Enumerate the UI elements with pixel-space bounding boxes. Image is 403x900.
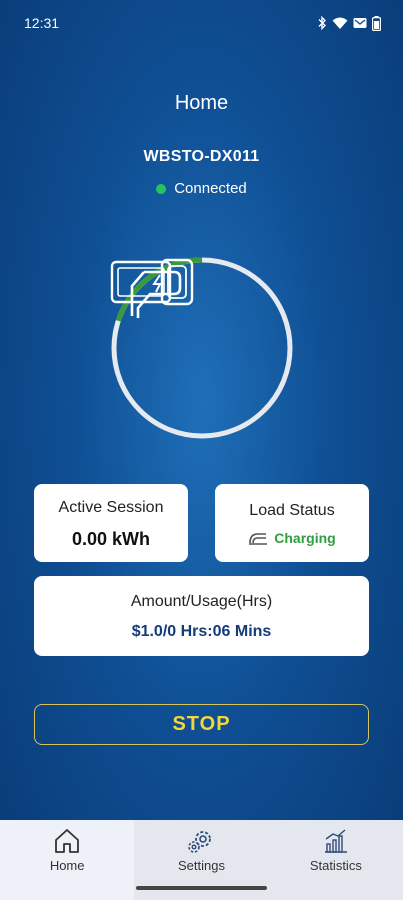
nav-statistics-label: Statistics <box>309 858 362 873</box>
nav-settings-label: Settings <box>178 858 225 873</box>
wifi-icon <box>332 17 348 29</box>
connection-dot-icon <box>156 183 167 194</box>
status-icons <box>317 15 381 31</box>
amount-usage-card: Amount/Usage(Hrs) $1.0/0 Hrs:06 Mins <box>34 576 369 656</box>
active-session-value: 0.00 kWh <box>71 529 151 549</box>
bar-chart-icon <box>324 829 347 853</box>
charging-gauge <box>110 256 294 440</box>
connection-status: Connected <box>0 180 403 197</box>
nav-item-statistics[interactable]: Statistics <box>268 820 403 900</box>
active-session-title: Active Session <box>58 499 164 516</box>
load-status-title: Load Status <box>249 502 335 519</box>
battery-icon <box>372 15 381 31</box>
page-title: Home <box>174 92 229 114</box>
home-icon <box>55 829 80 853</box>
stop-button[interactable]: STOP <box>34 704 369 745</box>
charging-plug-icon <box>249 533 268 545</box>
load-status-card: Load Status Charging <box>215 484 369 562</box>
ev-charger-plug-icon <box>110 258 194 318</box>
nav-item-home[interactable]: Home <box>0 820 135 900</box>
status-bar: 12:31 <box>0 0 403 46</box>
active-session-card: Active Session 0.00 kWh <box>34 484 188 562</box>
connection-status-label: Connected <box>174 180 247 197</box>
amount-usage-value: $1.0/0 Hrs:06 Mins <box>131 623 272 640</box>
notification-icon <box>353 18 367 28</box>
load-status-value: Charging <box>274 530 336 546</box>
device-name: WBSTO-DX011 <box>143 148 260 165</box>
bottom-nav: Home Settings Statistics <box>0 820 403 900</box>
home-indicator <box>136 886 267 890</box>
gear-icon <box>188 831 212 853</box>
status-time: 12:31 <box>24 15 60 31</box>
nav-home-label: Home <box>49 858 85 873</box>
bluetooth-icon <box>318 16 326 30</box>
amount-usage-title: Amount/Usage(Hrs) <box>130 593 273 610</box>
